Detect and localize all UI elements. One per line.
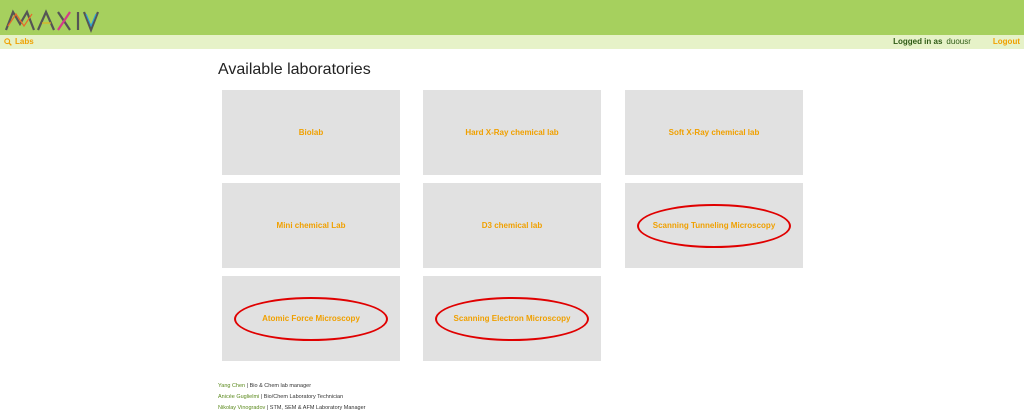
staff-role: | Bio/Chem Laboratory Technician — [260, 394, 344, 400]
staff-row: Nikolay Vinogradov | STM, SEM & AFM Labo… — [218, 403, 365, 414]
navigation-bar: Labs Logged in as duousr Logout — [0, 35, 1024, 49]
staff-role: | Bio & Chem lab manager — [246, 383, 312, 389]
lab-tile-sem[interactable]: Scanning Electron Microscopy — [423, 276, 601, 361]
staff-name-link[interactable]: Nikolay Vinogradov — [218, 405, 265, 411]
lab-tile-label: D3 chemical lab — [481, 221, 543, 230]
staff-name-link[interactable]: Anicée Guglielmi — [218, 394, 259, 400]
staff-name-link[interactable]: Yang Chen — [218, 383, 245, 389]
lab-tile-mini-chemical[interactable]: Mini chemical Lab — [222, 183, 400, 268]
staff-row: Anicée Guglielmi | Bio/Chem Laboratory T… — [218, 392, 365, 403]
max-iv-logo[interactable] — [4, 6, 124, 36]
lab-tile-biolab[interactable]: Biolab — [222, 90, 400, 175]
lab-tile-label: Soft X-Ray chemical lab — [668, 128, 760, 137]
page-title: Available laboratories — [218, 61, 371, 78]
lab-tile-label: Scanning Tunneling Microscopy — [652, 221, 776, 230]
lab-tile-d3-chemical[interactable]: D3 chemical lab — [423, 183, 601, 268]
staff-contacts: Yang Chen | Bio & Chem lab manager Anicé… — [218, 381, 365, 414]
staff-role: | STM, SEM & AFM Laboratory Manager — [266, 405, 366, 411]
lab-tile-label: Atomic Force Microscopy — [262, 314, 360, 323]
lab-tile-hard-xray[interactable]: Hard X-Ray chemical lab — [423, 90, 601, 175]
username: duousr — [946, 37, 971, 46]
lab-tile-soft-xray[interactable]: Soft X-Ray chemical lab — [625, 90, 803, 175]
lab-tile-label: Hard X-Ray chemical lab — [465, 128, 559, 137]
lab-tile-stm[interactable]: Scanning Tunneling Microscopy — [625, 183, 803, 268]
lab-tile-label: Mini chemical Lab — [276, 221, 346, 230]
logout-link[interactable]: Logout — [993, 37, 1020, 46]
lab-tile-label: Biolab — [298, 128, 324, 137]
logged-in-label: Logged in as — [893, 37, 943, 46]
magnifier-icon — [4, 37, 12, 46]
lab-tile-label: Scanning Electron Microscopy — [453, 314, 571, 323]
staff-row: Yang Chen | Bio & Chem lab manager — [218, 381, 365, 392]
top-header-bar — [0, 0, 1024, 35]
lab-tile-afm[interactable]: Atomic Force Microscopy — [222, 276, 400, 361]
labs-nav-label: Labs — [15, 37, 34, 46]
labs-nav-link[interactable]: Labs — [4, 37, 34, 46]
user-info: Logged in as duousr Logout — [893, 37, 1020, 46]
